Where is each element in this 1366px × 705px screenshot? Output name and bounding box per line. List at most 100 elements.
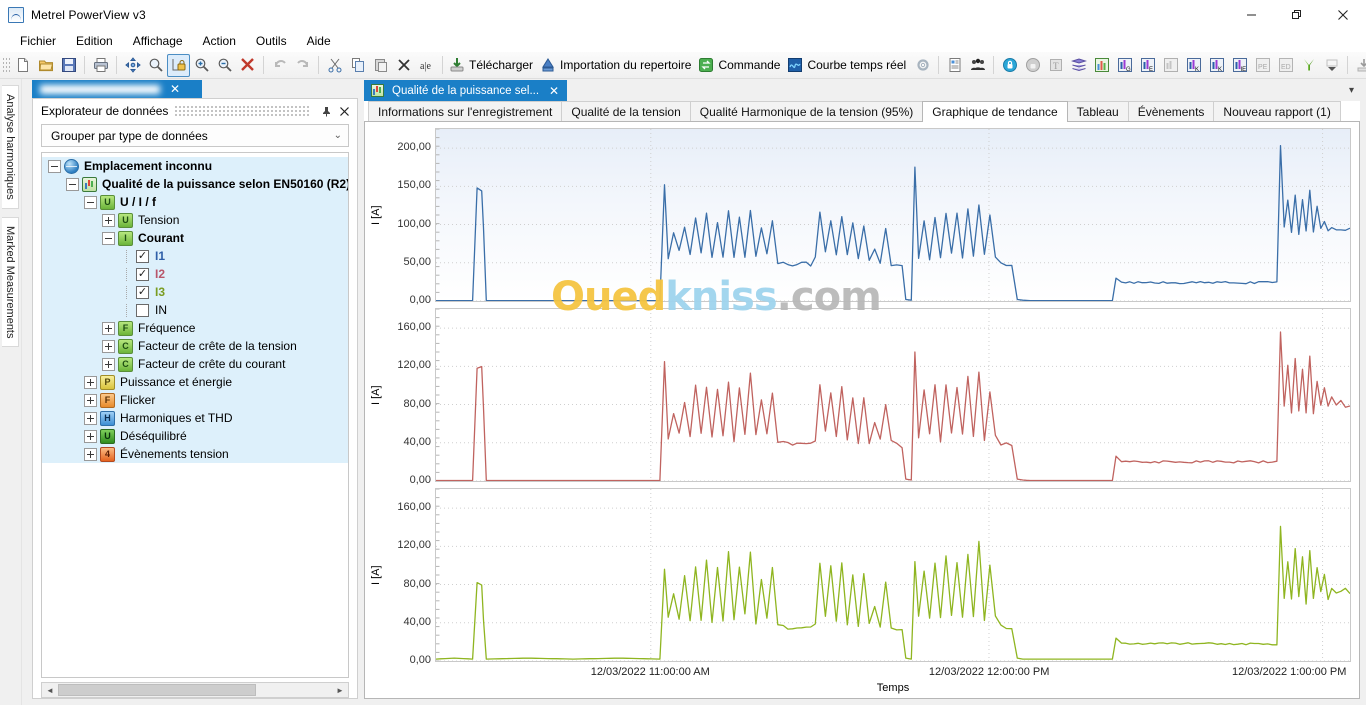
tab-nouveau-rapport[interactable]: Nouveau rapport (1) bbox=[1213, 101, 1341, 121]
bars-k2-icon[interactable]: K bbox=[1205, 54, 1228, 77]
zoom-out-icon[interactable] bbox=[213, 54, 236, 77]
checkbox-I1[interactable]: ✓ bbox=[136, 249, 149, 263]
tree-item-facteur-de-cr-te-de-la-tension[interactable]: C Facteur de crête de la tension bbox=[42, 337, 348, 355]
undo-icon[interactable] bbox=[268, 54, 291, 77]
tree-item-flicker[interactable]: F Flicker bbox=[42, 391, 348, 409]
data-tree-scroll[interactable]: Emplacement inconnu Qualité de la puissan… bbox=[42, 153, 348, 677]
tree-item-i2[interactable]: ✓ I2 bbox=[42, 265, 348, 283]
tree-item-emplacement-inconnu[interactable]: Emplacement inconnu bbox=[42, 157, 348, 175]
import-directory-button[interactable]: Importation du repertoire bbox=[538, 54, 696, 77]
tree-item-i1[interactable]: ✓ I1 bbox=[42, 247, 348, 265]
plot-2-canvas[interactable] bbox=[435, 308, 1351, 482]
save-icon[interactable] bbox=[57, 54, 80, 77]
expand-icon[interactable] bbox=[102, 339, 115, 353]
collapse-icon[interactable] bbox=[48, 159, 61, 173]
report-icon[interactable] bbox=[943, 54, 966, 77]
command-button[interactable]: Commande bbox=[696, 54, 785, 77]
tab-graphique-tendance[interactable]: Graphique de tendance bbox=[922, 101, 1068, 122]
scroll-right-icon[interactable]: ► bbox=[332, 683, 348, 697]
paste-icon[interactable] bbox=[369, 54, 392, 77]
delete-icon[interactable] bbox=[392, 54, 415, 77]
tree-item-tension[interactable]: U Tension bbox=[42, 211, 348, 229]
bars-ed-icon[interactable]: ED bbox=[1274, 54, 1297, 77]
bars-g-icon[interactable]: G bbox=[1113, 54, 1136, 77]
tab-informations-enregistrement[interactable]: Informations sur l'enregistrement bbox=[368, 101, 563, 121]
dropdown-icon[interactable] bbox=[1320, 54, 1343, 77]
new-file-icon[interactable] bbox=[11, 54, 34, 77]
lock-blue-icon[interactable] bbox=[998, 54, 1021, 77]
tree-item-harmoniques-et-thd[interactable]: H Harmoniques et THD bbox=[42, 409, 348, 427]
checkbox-IN[interactable] bbox=[136, 303, 149, 317]
zoom-icon[interactable] bbox=[144, 54, 167, 77]
unlock-icon[interactable] bbox=[1021, 54, 1044, 77]
expand-icon[interactable] bbox=[102, 213, 115, 227]
document-tab[interactable]: Qualité de la puissance sel... ✕ bbox=[364, 80, 568, 101]
toolbar-grip[interactable] bbox=[3, 56, 10, 74]
plot-3-canvas[interactable] bbox=[435, 488, 1351, 662]
redo-icon[interactable] bbox=[291, 54, 314, 77]
minimize-button[interactable] bbox=[1228, 0, 1274, 30]
checkbox-I2[interactable]: ✓ bbox=[136, 267, 149, 281]
data-tree[interactable]: Emplacement inconnu Qualité de la puissan… bbox=[41, 152, 349, 678]
copy-icon[interactable] bbox=[346, 54, 369, 77]
vtab-marked-measurements[interactable]: Marked Measurements bbox=[2, 216, 19, 348]
menu-aide[interactable]: Aide bbox=[297, 32, 341, 50]
cut-icon[interactable] bbox=[323, 54, 346, 77]
book-icon[interactable] bbox=[1067, 54, 1090, 77]
expand-icon[interactable] bbox=[84, 375, 97, 389]
expand-icon[interactable] bbox=[102, 357, 115, 371]
pin-icon[interactable] bbox=[317, 102, 335, 120]
chevron-down-icon[interactable]: ▾ bbox=[1349, 85, 1360, 96]
left-dock-document-tab[interactable]: ✕ bbox=[32, 80, 202, 98]
tree-item-puissance-et-nergie[interactable]: P Puissance et énergie bbox=[42, 373, 348, 391]
plot-1-canvas[interactable] bbox=[435, 128, 1351, 302]
tree-horizontal-scrollbar[interactable]: ◄ ► bbox=[41, 682, 349, 698]
collapse-icon[interactable] bbox=[84, 195, 97, 209]
pan-icon[interactable] bbox=[121, 54, 144, 77]
export-icon[interactable] bbox=[1352, 54, 1366, 77]
close-icon[interactable]: ✕ bbox=[547, 84, 561, 98]
close-icon[interactable]: ✕ bbox=[170, 82, 180, 96]
menu-fichier[interactable]: Fichier bbox=[10, 32, 66, 50]
close-icon[interactable] bbox=[335, 102, 353, 120]
expand-icon[interactable] bbox=[84, 393, 97, 407]
expand-icon[interactable] bbox=[102, 321, 115, 335]
rename-icon[interactable]: a|e bbox=[415, 54, 438, 77]
grouping-select[interactable]: Grouper par type de données ⌄ bbox=[41, 124, 349, 147]
zoom-in-icon[interactable] bbox=[190, 54, 213, 77]
close-button[interactable] bbox=[1320, 0, 1366, 30]
drag-handle[interactable] bbox=[174, 106, 311, 116]
bars-ie-icon[interactable]: IE bbox=[1228, 54, 1251, 77]
settings-gear-icon[interactable] bbox=[911, 54, 934, 77]
bars-k-icon[interactable]: K bbox=[1182, 54, 1205, 77]
expand-icon[interactable] bbox=[84, 411, 97, 425]
menu-edition[interactable]: Edition bbox=[66, 32, 123, 50]
checkbox-I3[interactable]: ✓ bbox=[136, 285, 149, 299]
tree-item-qualit-de-la-puissance-selon-en50160-r2[interactable]: Qualité de la puissance selon EN50160 (R… bbox=[42, 175, 348, 193]
text-icon[interactable]: T bbox=[1044, 54, 1067, 77]
vtab-analyse-harmoniques[interactable]: Analyse harmoniques bbox=[2, 85, 19, 209]
menu-outils[interactable]: Outils bbox=[246, 32, 297, 50]
zoom-reset-icon[interactable] bbox=[236, 54, 259, 77]
group-icon[interactable] bbox=[966, 54, 989, 77]
tree-item-courant[interactable]: I Courant bbox=[42, 229, 348, 247]
download-button[interactable]: Télécharger bbox=[447, 54, 538, 77]
tree-item-u-i-f[interactable]: U U / I / f bbox=[42, 193, 348, 211]
bars-pe-icon[interactable]: PE bbox=[1251, 54, 1274, 77]
tab-tableau[interactable]: Tableau bbox=[1066, 101, 1129, 121]
tab-evenements[interactable]: Évènements bbox=[1127, 101, 1215, 121]
collapse-icon[interactable] bbox=[66, 177, 79, 191]
realtime-curve-button[interactable]: Courbe temps réel bbox=[785, 54, 911, 77]
tree-item-facteur-de-cr-te-du-courant[interactable]: C Facteur de crête du courant bbox=[42, 355, 348, 373]
scrollbar-thumb[interactable] bbox=[58, 684, 256, 696]
tree-item-v-nements-tension[interactable]: 4 Évènements tension bbox=[42, 445, 348, 463]
tab-qualite-tension[interactable]: Qualité de la tension bbox=[561, 101, 691, 121]
maximize-button[interactable] bbox=[1274, 0, 1320, 30]
y-filter-icon[interactable] bbox=[1297, 54, 1320, 77]
tree-item-in[interactable]: IN bbox=[42, 301, 348, 319]
lock-axis-icon[interactable] bbox=[167, 53, 190, 77]
tree-item-fr-quence[interactable]: F Fréquence bbox=[42, 319, 348, 337]
expand-icon[interactable] bbox=[84, 429, 97, 443]
bars-d-icon[interactable] bbox=[1159, 54, 1182, 77]
tree-item-d-s-quilibr[interactable]: U Déséquilibré bbox=[42, 427, 348, 445]
